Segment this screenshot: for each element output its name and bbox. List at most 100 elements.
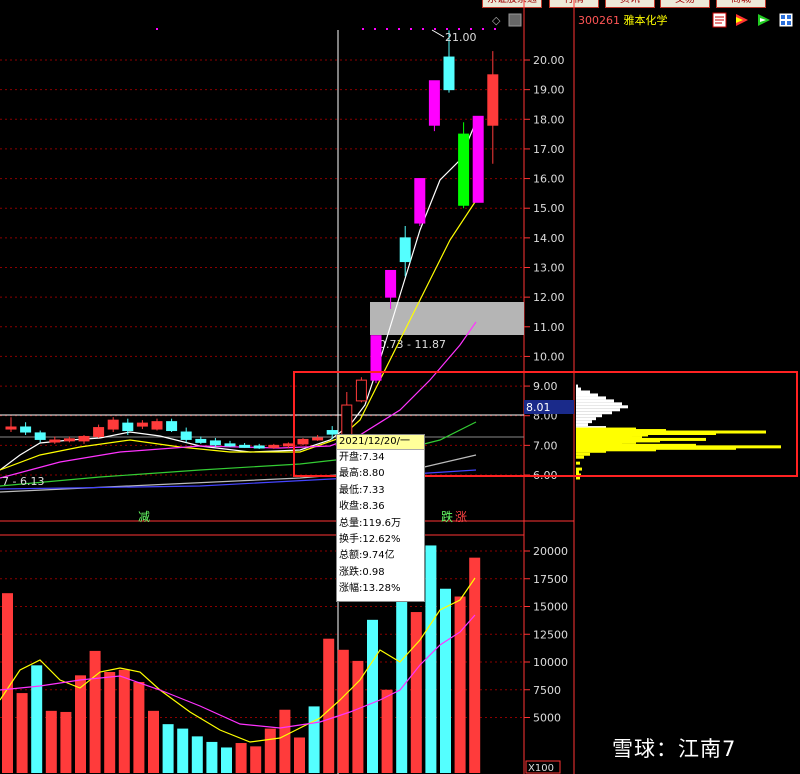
volume-profile-bar <box>576 470 579 474</box>
volume-bar <box>60 711 72 773</box>
candle <box>136 422 148 427</box>
top-dot <box>422 28 424 30</box>
volume-bar <box>410 612 422 773</box>
candle <box>166 421 178 432</box>
candle <box>341 404 353 436</box>
volume-tick-label: 12500 <box>533 628 568 641</box>
volume-bar <box>221 747 232 773</box>
volume-bar <box>425 545 437 773</box>
volume-bar <box>264 728 276 773</box>
grid-icon[interactable] <box>778 12 794 28</box>
volume-bar <box>308 706 320 773</box>
high-label: 21.00 <box>445 31 477 44</box>
top-dot <box>470 28 472 30</box>
price-tick-label: 15.00 <box>533 202 565 215</box>
tooltip-row: 涨跌:0.98 <box>339 566 385 578</box>
candle <box>370 335 382 381</box>
volume-profile-bar <box>576 408 620 412</box>
candle <box>428 80 440 126</box>
candle <box>312 437 324 441</box>
arrow-icon[interactable] <box>756 12 772 28</box>
volume-bar <box>469 557 481 773</box>
stock-name: 雅本化学 <box>623 14 668 27</box>
volume-profile-bar <box>576 411 612 415</box>
top-dot <box>410 28 412 30</box>
candle <box>443 56 455 91</box>
kline-chart[interactable]: 20.00 19.00 18.00 17.00 16.00 15.00 14.00 13.00… <box>0 0 800 774</box>
volume-profile-bar <box>576 390 590 394</box>
volume-tick-label: 17500 <box>533 573 568 586</box>
price-tick-label: 14.00 <box>533 232 565 245</box>
volume-profile-bar <box>576 414 602 418</box>
volume-tick-label: 20000 <box>533 545 568 558</box>
candle <box>399 237 411 263</box>
volume-bar <box>16 693 28 773</box>
volume-profile-bar <box>576 452 590 456</box>
price-tick-label: 9.00 <box>533 380 558 393</box>
candle <box>224 443 236 447</box>
volume-profile-bar <box>576 423 588 427</box>
candle <box>122 422 134 432</box>
volume-bar <box>191 736 203 773</box>
volume-bar <box>440 588 451 773</box>
volume-bar <box>381 689 393 773</box>
volume-profile-bar <box>576 396 606 400</box>
volume-bar <box>148 710 159 773</box>
volume-tick-label: 15000 <box>533 601 568 614</box>
flag-icon[interactable] <box>734 12 750 28</box>
volume-profile-bar <box>576 402 622 406</box>
tooltip-row: 总量:119.6万 <box>339 517 401 529</box>
notes-icon[interactable] <box>712 12 728 28</box>
candle <box>78 435 90 442</box>
candle <box>195 438 207 443</box>
volume-tick-label: 10000 <box>533 656 568 669</box>
candle <box>282 443 294 447</box>
volume-bar <box>206 741 218 773</box>
candle <box>34 432 46 440</box>
candle <box>93 427 105 437</box>
volume-bar <box>118 669 130 773</box>
volume-profile-bar <box>576 393 598 397</box>
volume-bar <box>294 737 305 773</box>
volume-profile-bar <box>576 387 581 391</box>
low-label: 7 - 6.13 <box>2 475 44 488</box>
volume-bar <box>396 596 408 773</box>
price-tick-label: 16.00 <box>533 173 565 186</box>
price-tick-label: 12.00 <box>533 291 565 304</box>
tooltip-date: 2021/12/20/一 <box>337 435 424 450</box>
tooltip-row: 开盘:7.34 <box>339 452 385 463</box>
top-dot <box>458 28 460 30</box>
candle <box>5 426 17 430</box>
tooltip-row: 涨幅:13.28% <box>339 583 401 595</box>
volume-bar <box>250 746 262 773</box>
volume-profile-bar <box>576 455 584 459</box>
volume-bar <box>45 710 57 773</box>
volume-bar <box>454 596 466 773</box>
volume-profile-bar <box>576 405 628 409</box>
volume-bar <box>235 743 247 773</box>
volume-profile-bar <box>576 384 578 388</box>
volume-bar <box>162 724 174 773</box>
volume-profile-bar <box>576 417 596 421</box>
top-dot <box>434 28 436 30</box>
candle <box>253 445 265 449</box>
volume-profile-bar <box>576 467 582 471</box>
top-dot <box>156 28 158 30</box>
volume-profile-bar <box>576 449 606 453</box>
volume-bar <box>75 675 86 773</box>
candle <box>49 439 61 443</box>
top-dot <box>386 28 388 30</box>
volume-tick-label: 5000 <box>533 712 561 725</box>
price-tick-label: 19.00 <box>533 84 565 97</box>
price-tick-label: 7.00 <box>533 439 558 452</box>
tooltip-row: 总额:9.74亿 <box>339 550 395 562</box>
price-tick-label: 18.00 <box>533 113 565 126</box>
watermark: 雪球：江南7 <box>612 737 737 761</box>
candle <box>458 133 470 206</box>
tooltip-row: 最低:7.33 <box>339 484 385 496</box>
candle <box>209 440 221 446</box>
candle <box>268 444 280 448</box>
volume-bar <box>177 728 189 773</box>
tooltip-row: 最高:8.80 <box>339 468 385 480</box>
candle <box>20 426 32 433</box>
